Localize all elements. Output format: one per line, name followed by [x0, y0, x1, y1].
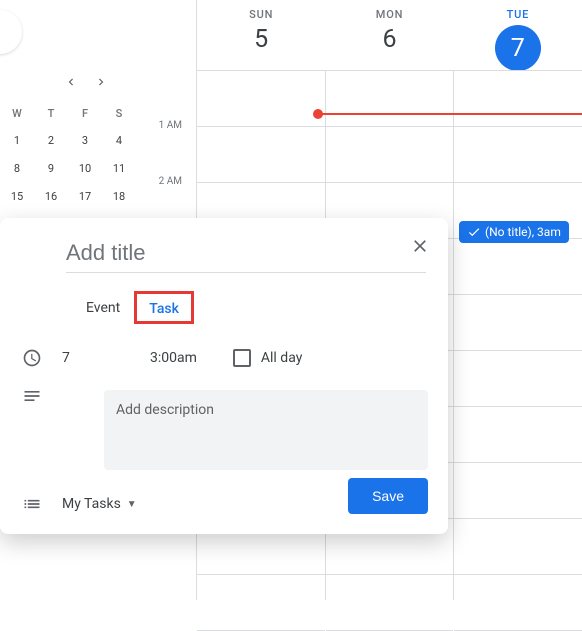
- mini-date-cell[interactable]: 4: [102, 126, 136, 154]
- mini-date-cell[interactable]: 15: [0, 182, 34, 210]
- grid-cell[interactable]: [454, 351, 582, 407]
- mini-date-cell[interactable]: 18: [102, 182, 136, 210]
- time-label: 1 AM: [135, 120, 190, 176]
- day-column[interactable]: TUE 7: [454, 0, 582, 70]
- mini-weekday: S: [102, 107, 136, 120]
- mini-date-cell[interactable]: 2: [34, 126, 68, 154]
- grid-cell[interactable]: [326, 127, 454, 183]
- grid-column[interactable]: [453, 71, 582, 600]
- checkbox-icon: [233, 349, 251, 367]
- grid-cell[interactable]: [454, 463, 582, 519]
- clock-icon: [20, 348, 44, 368]
- allday-toggle[interactable]: All day: [233, 349, 302, 367]
- week-day-header: SUN 5MON 6TUE 7: [196, 0, 582, 70]
- day-column[interactable]: MON 6: [325, 0, 453, 70]
- save-button[interactable]: Save: [348, 478, 428, 514]
- current-time-indicator: [318, 113, 582, 115]
- grid-cell[interactable]: [454, 295, 582, 351]
- task-check-icon: [467, 225, 481, 239]
- grid-cell[interactable]: [454, 71, 582, 127]
- grid-cell[interactable]: [197, 575, 325, 631]
- tasklist-label: My Tasks: [62, 496, 121, 512]
- description-icon: [20, 386, 44, 406]
- tab-event[interactable]: Event: [76, 292, 130, 324]
- date-field[interactable]: 7: [62, 350, 132, 366]
- grid-cell[interactable]: [454, 407, 582, 463]
- grid-cell[interactable]: [454, 519, 582, 575]
- day-name: MON: [325, 8, 453, 21]
- mini-date-cell[interactable]: 1: [0, 126, 34, 154]
- grid-cell[interactable]: [197, 127, 325, 183]
- grid-cell[interactable]: [454, 127, 582, 183]
- mini-weekday: T: [34, 107, 68, 120]
- mini-date-cell[interactable]: 3: [68, 126, 102, 154]
- mini-calendar: WTFS 1234 891011 15161718: [0, 70, 140, 210]
- mini-date-cell[interactable]: 10: [68, 154, 102, 182]
- grid-cell[interactable]: [454, 239, 582, 295]
- grid-cell[interactable]: [197, 71, 325, 127]
- day-name: SUN: [197, 8, 325, 21]
- mini-date-cell[interactable]: 8: [0, 154, 34, 182]
- close-icon[interactable]: [410, 236, 430, 260]
- fragment: [0, 10, 22, 54]
- mini-date-cell[interactable]: 16: [34, 182, 68, 210]
- day-number: 6: [325, 25, 453, 54]
- mini-date-cell[interactable]: 17: [68, 182, 102, 210]
- tasklist-select[interactable]: My Tasks ▼: [62, 496, 137, 512]
- tab-task[interactable]: Task: [139, 293, 189, 325]
- day-column[interactable]: SUN 5: [197, 0, 325, 70]
- grid-cell[interactable]: [326, 575, 454, 631]
- task-chip-label: (No title), 3am: [485, 225, 561, 239]
- next-month-icon[interactable]: [90, 70, 112, 97]
- allday-label: All day: [261, 350, 302, 366]
- chevron-down-icon: ▼: [127, 499, 137, 510]
- grid-cell[interactable]: [454, 575, 582, 631]
- grid-cell[interactable]: [326, 71, 454, 127]
- mini-weekday: W: [0, 107, 34, 120]
- day-number: 5: [197, 25, 325, 54]
- mini-date-cell[interactable]: 9: [34, 154, 68, 182]
- tutorial-highlight: Task: [134, 291, 194, 324]
- description-input[interactable]: Add description: [104, 390, 428, 470]
- prev-month-icon[interactable]: [60, 70, 82, 97]
- day-number: 7: [495, 25, 541, 71]
- day-name: TUE: [454, 8, 582, 21]
- task-chip[interactable]: (No title), 3am: [459, 221, 569, 243]
- task-create-modal: Event Task 7 3:00am All day Add descript…: [0, 218, 448, 534]
- title-input[interactable]: [66, 234, 426, 273]
- time-field[interactable]: 3:00am: [150, 350, 197, 366]
- mini-weekday: F: [68, 107, 102, 120]
- time-label: [135, 64, 190, 120]
- list-icon: [20, 494, 44, 514]
- mini-date-cell[interactable]: 11: [102, 154, 136, 182]
